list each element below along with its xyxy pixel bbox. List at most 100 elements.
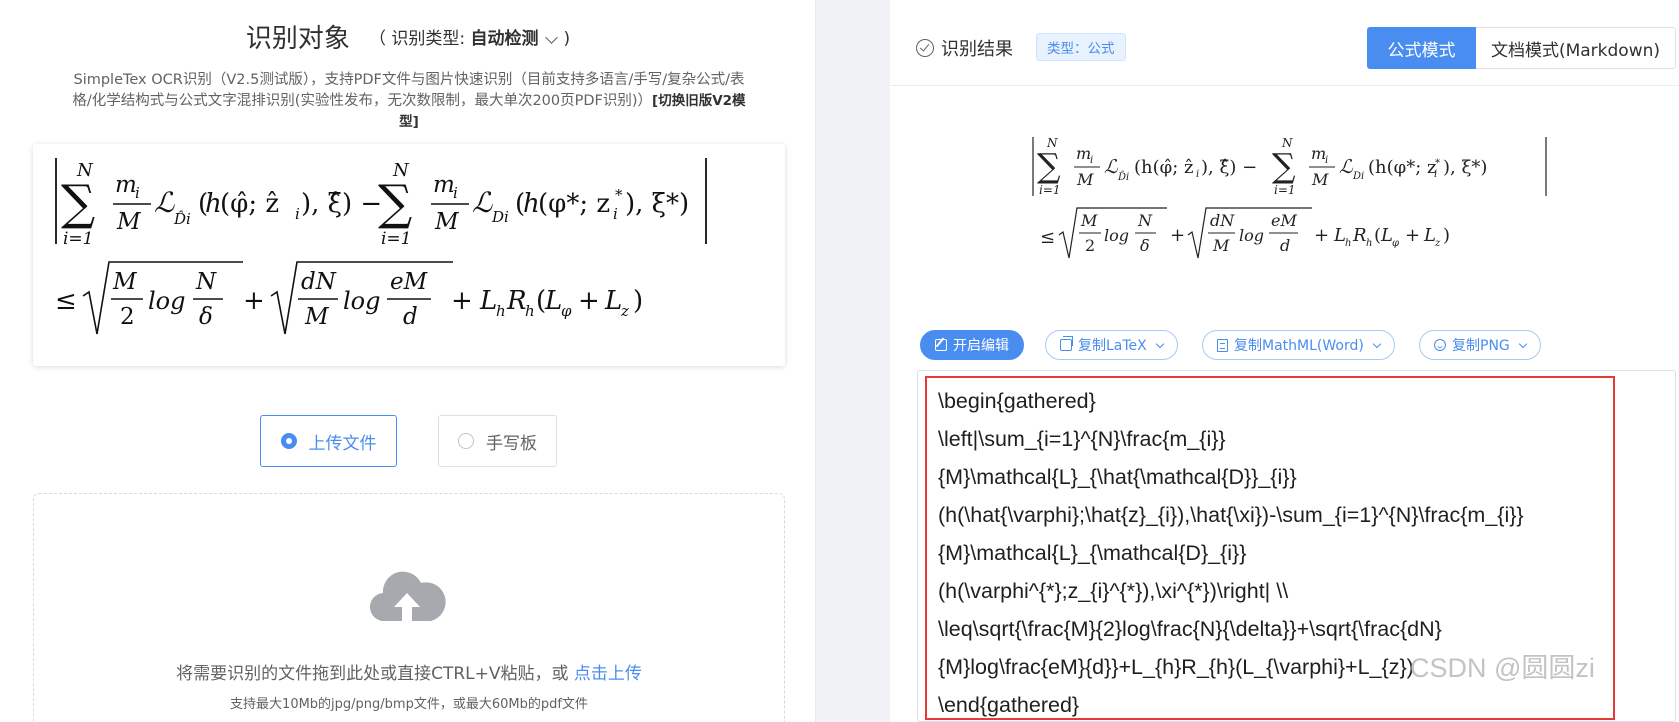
recognition-type-select[interactable]: （ 识别类型: 自动检测) — [369, 29, 570, 49]
svg-text:i: i — [1196, 169, 1199, 180]
svg-text:z: z — [1434, 238, 1441, 249]
svg-text:2: 2 — [1085, 236, 1095, 255]
left-header: 识别对象 （ 识别类型: 自动检测) — [0, 18, 816, 55]
drop-instructions: 将需要识别的文件拖到此处或直接CTRL+V粘贴，或 点击上传 — [176, 664, 642, 684]
svg-text:M: M — [304, 304, 330, 330]
recognition-input-panel: 识别对象 （ 识别类型: 自动检测) SimpleTex OCR识别（V2.5测… — [0, 0, 816, 722]
svg-text:L: L — [1423, 225, 1436, 246]
svg-text:≤: ≤ — [1040, 227, 1055, 248]
svg-text:δ: δ — [1140, 236, 1150, 255]
svg-text:L: L — [1380, 225, 1393, 246]
svg-text:+: + — [451, 286, 473, 316]
copy-mathml-button[interactable]: 复制MathML(Word) — [1202, 330, 1395, 360]
copy-latex-button[interactable]: 复制LaTeX — [1045, 330, 1178, 360]
svg-text:(h(φ*; z: (h(φ*; z — [1368, 157, 1437, 178]
svg-text:∑: ∑ — [61, 175, 95, 231]
chevron-down-icon — [1155, 339, 1165, 348]
csdn-watermark: CSDN @圆圆zi — [1410, 653, 1595, 683]
input-formula-image: N ∑ i=1 m i M ℒ D̂i ( h (φ̂; ẑ i ), ξ̂) … — [33, 144, 785, 366]
result-title: 识别结果 — [916, 35, 1013, 61]
svg-text:m: m — [1076, 144, 1091, 163]
svg-text:i: i — [1325, 155, 1328, 166]
svg-text:*: * — [1435, 158, 1440, 169]
svg-text:φ: φ — [1392, 238, 1399, 249]
svg-text:N: N — [1137, 211, 1153, 230]
mode-handwrite-button[interactable]: 手写板 — [438, 415, 557, 467]
svg-text:i: i — [135, 184, 140, 202]
recognition-result-panel: 识别结果 类型：公式 公式模式 文档模式(Markdown) N ∑ i=1 m… — [890, 0, 1679, 722]
click-upload-link[interactable]: 点击上传 — [574, 664, 642, 684]
svg-text:∑: ∑ — [1272, 146, 1296, 185]
edit-icon — [935, 339, 947, 351]
svg-text:φ: φ — [561, 302, 572, 320]
svg-text:∑: ∑ — [1037, 146, 1061, 185]
code-line: \begin{gathered} — [938, 389, 1096, 413]
tab-formula-mode[interactable]: 公式模式 — [1367, 27, 1476, 69]
svg-text:ℒ: ℒ — [1339, 156, 1354, 178]
svg-text:R: R — [1352, 225, 1367, 246]
svg-text:m: m — [115, 172, 137, 198]
service-description: SimpleTex OCR识别（V2.5测试版），支持PDF文件与图片快速识别（… — [34, 70, 784, 133]
description-line: 格/化学结构式与公式文字混排识别(实验性发布，无次数限制，最大单次200页PDF… — [72, 93, 746, 109]
tab-document-mode[interactable]: 文档模式(Markdown) — [1476, 27, 1676, 69]
svg-text:M: M — [1080, 211, 1098, 230]
svg-text:log: log — [343, 287, 381, 315]
svg-text:i=1: i=1 — [381, 229, 412, 249]
radio-selected-icon — [280, 433, 297, 449]
result-mode-tabs: 公式模式 文档模式(Markdown) — [1367, 27, 1676, 69]
code-line: \left|\sum_{i=1}^{N}\frac{m_{i}} — [938, 427, 1226, 451]
svg-text:+: + — [578, 286, 600, 316]
svg-text:i: i — [295, 205, 300, 223]
enable-edit-button[interactable]: 开启编辑 — [920, 330, 1024, 360]
mode-upload-file-button[interactable]: 上传文件 — [260, 415, 397, 467]
svg-text:), ξ̂) −: ), ξ̂) − — [301, 189, 382, 219]
image-icon — [1434, 339, 1446, 351]
svg-text:), ξ*): ), ξ*) — [625, 189, 689, 219]
svg-text:D̂i: D̂i — [173, 210, 191, 228]
type-select-prefix: （ 识别类型: — [368, 29, 466, 49]
svg-text:L: L — [1333, 225, 1346, 246]
svg-text:Di: Di — [1352, 171, 1364, 182]
switch-legacy-version-link[interactable]: [切换旧版V2模 — [652, 93, 746, 109]
svg-text:∑: ∑ — [378, 175, 412, 231]
chevron-down-icon — [1372, 339, 1382, 348]
mode-upload-label: 上传文件 — [308, 433, 377, 454]
type-select-suffix: ) — [563, 29, 571, 49]
page-title: 识别对象 — [245, 24, 350, 54]
svg-text:): ) — [633, 286, 643, 316]
file-size-hint: 支持最大10Mb的jpg/png/bmp文件，或最大60Mb的pdf文件 — [230, 697, 588, 712]
svg-text:h: h — [525, 302, 535, 320]
svg-text:dN: dN — [301, 269, 337, 295]
code-line: \leq\sqrt{\frac{M}{2}log\frac{N}{\delta}… — [938, 617, 1442, 641]
document-icon — [1217, 338, 1228, 352]
radio-unselected-icon — [458, 433, 474, 449]
svg-text:L: L — [479, 286, 497, 316]
svg-text:log: log — [1104, 226, 1129, 245]
svg-text:ℒ: ℒ — [154, 186, 175, 219]
svg-text:i: i — [1090, 155, 1093, 166]
svg-text:i=1: i=1 — [63, 229, 94, 249]
svg-text:+: + — [1405, 225, 1420, 246]
svg-text:M: M — [1311, 170, 1329, 189]
code-line: \end{gathered} — [938, 693, 1080, 717]
svg-text:M: M — [434, 209, 460, 235]
svg-text:N: N — [195, 269, 217, 295]
code-line: (h(\varphi^{*};z_{i}^{*}),\xi^{*})\right… — [938, 579, 1289, 603]
svg-text:(h(φ̂; ẑ: (h(φ̂; ẑ — [1134, 157, 1194, 178]
svg-text:m: m — [433, 172, 455, 198]
code-line: (h(\hat{\varphi};\hat{z}_{i}),\hat{\xi})… — [938, 503, 1524, 527]
formula-preview-image: N ∑ i=1 m i M ℒ D̂i (h(φ̂; ẑ i ), ξ̂) − … — [1032, 136, 1547, 259]
svg-text:i: i — [1434, 169, 1437, 180]
svg-text:h: h — [1366, 238, 1372, 249]
svg-text:d: d — [403, 304, 418, 330]
description-line: 型] — [34, 112, 784, 133]
switch-legacy-version-link-cont[interactable]: 型] — [399, 114, 419, 130]
file-drop-zone[interactable]: 将需要识别的文件拖到此处或直接CTRL+V粘贴，或 点击上传 支持最大10Mb的… — [33, 493, 785, 722]
svg-text:δ: δ — [199, 304, 213, 330]
svg-text:D̂i: D̂i — [1117, 171, 1129, 183]
copy-png-button[interactable]: 复制PNG — [1419, 330, 1541, 360]
svg-text:i=1: i=1 — [1274, 183, 1296, 197]
svg-text:M: M — [1212, 236, 1230, 255]
svg-text:d: d — [1280, 236, 1290, 255]
svg-text:L: L — [604, 286, 622, 316]
